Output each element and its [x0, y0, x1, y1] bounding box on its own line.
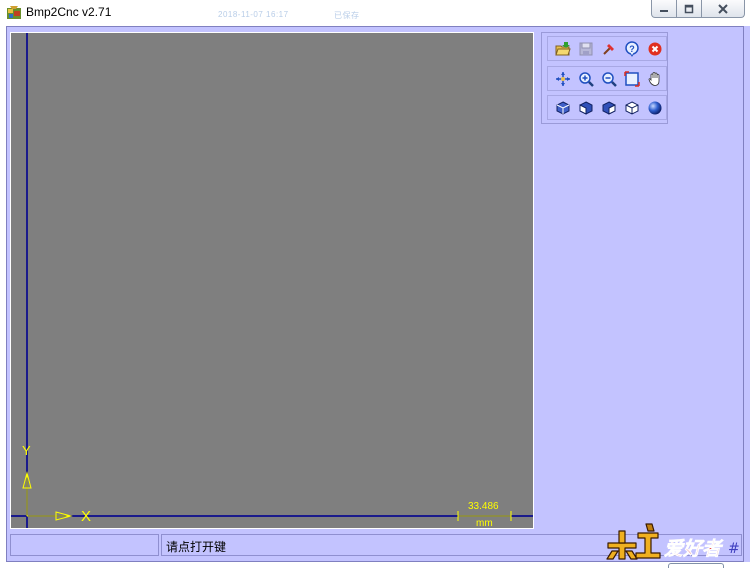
status-message: 请点打开键 — [166, 540, 227, 554]
x-axis-arrow — [27, 511, 73, 521]
scale-value: 33.486 — [468, 501, 499, 512]
hand-pan-button[interactable] — [643, 68, 666, 90]
window-title: Bmp2Cnc v2.71 — [26, 5, 112, 19]
pan-center-button[interactable] — [551, 68, 574, 90]
view-iso-icon — [556, 100, 569, 115]
save-button[interactable] — [574, 38, 597, 60]
zoom-fit-icon — [623, 70, 640, 87]
minimize-icon — [660, 9, 668, 12]
pan-center-icon — [555, 71, 570, 86]
view-side-button[interactable] — [597, 97, 620, 119]
toolbar-row-file: ? — [547, 36, 667, 61]
view-front-icon — [579, 100, 592, 115]
hand-pan-icon — [648, 71, 659, 86]
save-icon — [579, 42, 592, 55]
drawing-canvas[interactable]: Y X 33.486 mm — [10, 32, 534, 529]
zoom-in-icon — [578, 71, 594, 87]
watermark-logo: 爱好者 # — [606, 521, 742, 561]
app-icon — [6, 5, 22, 21]
y-axis-label: Y — [22, 443, 31, 458]
exit-button[interactable] — [643, 38, 666, 60]
svg-text:爱好者: 爱好者 — [664, 538, 724, 560]
minimize-button[interactable] — [651, 0, 677, 18]
view-front-button[interactable] — [574, 97, 597, 119]
toolbar-row-view — [547, 66, 667, 91]
toolbar-panel: ? — [541, 32, 668, 124]
taskbar-tab — [668, 563, 724, 568]
zoom-out-button[interactable] — [597, 68, 620, 90]
status-panel-left — [10, 534, 159, 556]
zoom-fit-button[interactable] — [620, 68, 643, 90]
zoom-in-button[interactable] — [574, 68, 597, 90]
open-file-button[interactable] — [551, 38, 574, 60]
view-iso-button[interactable] — [551, 97, 574, 119]
zoom-out-icon — [601, 71, 617, 87]
tool-icon — [602, 43, 614, 55]
ghost-status: 已保存 — [334, 11, 360, 20]
title-bar: Bmp2Cnc v2.71 2018-11-07 16:17 已保存 — [0, 0, 750, 26]
view-shaded-icon — [648, 101, 661, 114]
exit-icon — [648, 42, 661, 55]
scale-unit: mm — [476, 518, 493, 529]
help-icon: ? — [624, 40, 639, 57]
view-side-icon — [602, 100, 615, 115]
help-button[interactable]: ? — [620, 38, 643, 60]
close-button[interactable] — [701, 0, 745, 18]
ghost-timestamp: 2018-11-07 16:17 — [218, 10, 289, 19]
toolbar-row-render — [547, 95, 667, 120]
svg-text:#: # — [728, 541, 740, 557]
open-file-icon — [554, 41, 571, 55]
window-bottom-edge — [0, 562, 750, 568]
tool-button[interactable] — [597, 38, 620, 60]
maximize-icon — [684, 4, 694, 13]
canvas-overlay — [11, 33, 533, 528]
view-wireframe-icon — [625, 100, 638, 115]
y-axis-arrow — [22, 471, 32, 516]
x-axis-label: X — [81, 508, 92, 525]
close-icon — [718, 3, 728, 14]
svg-text:?: ? — [629, 44, 635, 54]
view-wireframe-button[interactable] — [620, 97, 643, 119]
view-shaded-button[interactable] — [643, 97, 666, 119]
maximize-button[interactable] — [676, 0, 702, 18]
